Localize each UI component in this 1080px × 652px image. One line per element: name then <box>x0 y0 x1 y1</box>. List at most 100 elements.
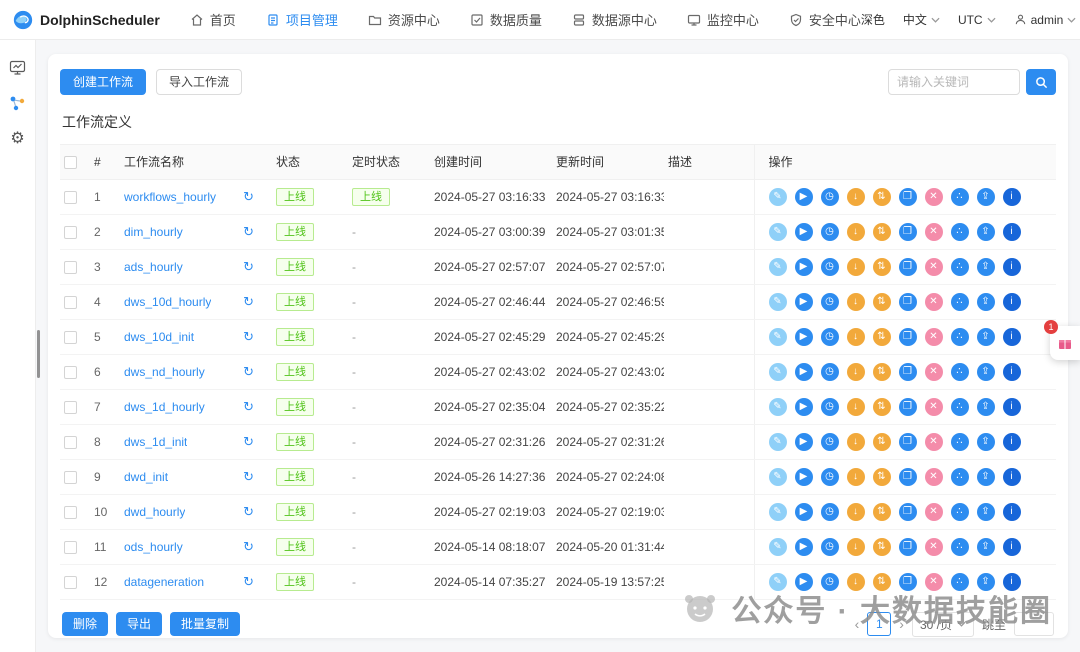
timing-button[interactable]: ◷ <box>820 292 839 311</box>
prev-page-button[interactable]: ‹ <box>855 616 860 632</box>
timing-manage-button[interactable]: ⇅ <box>872 187 891 206</box>
offline-button[interactable]: ↓ <box>846 362 865 381</box>
row-checkbox[interactable] <box>64 435 77 449</box>
workflow-name-link[interactable]: dwd_hourly <box>124 505 185 519</box>
version-info-button[interactable]: i <box>1002 362 1021 381</box>
search-input[interactable] <box>888 69 1020 95</box>
run-button[interactable]: ▶ <box>794 327 813 346</box>
offline-button[interactable]: ↓ <box>846 327 865 346</box>
batch-copy-button[interactable]: 批量复制 <box>170 612 241 636</box>
tree-view-button[interactable]: ∴ <box>950 222 969 241</box>
edit-button[interactable]: ✎ <box>768 432 787 451</box>
delete-button[interactable]: ✕ <box>924 187 943 206</box>
export-button[interactable]: ⇪ <box>976 397 995 416</box>
select-all-checkbox[interactable] <box>64 155 77 169</box>
offline-button[interactable]: ↓ <box>846 187 865 206</box>
timing-manage-button[interactable]: ⇅ <box>872 327 891 346</box>
timing-button[interactable]: ◷ <box>820 432 839 451</box>
copy-workflow-button[interactable]: ❐ <box>898 467 917 486</box>
workflow-name-link[interactable]: dwd_init <box>124 470 168 484</box>
timing-button[interactable]: ◷ <box>820 222 839 241</box>
scrollbar-thumb[interactable] <box>37 330 40 378</box>
batch-delete-button[interactable]: 删除 <box>62 612 109 636</box>
timing-manage-button[interactable]: ⇅ <box>872 292 891 311</box>
export-button[interactable]: ⇪ <box>976 222 995 241</box>
refresh-icon[interactable]: ↻ <box>243 435 254 448</box>
timing-button[interactable]: ◷ <box>820 572 839 591</box>
edit-button[interactable]: ✎ <box>768 572 787 591</box>
delete-button[interactable]: ✕ <box>924 257 943 276</box>
run-button[interactable]: ▶ <box>794 397 813 416</box>
refresh-icon[interactable]: ↻ <box>243 505 254 518</box>
tree-view-button[interactable]: ∴ <box>950 537 969 556</box>
export-button[interactable]: ⇪ <box>976 572 995 591</box>
timing-button[interactable]: ◷ <box>820 257 839 276</box>
tree-view-button[interactable]: ∴ <box>950 362 969 381</box>
refresh-icon[interactable]: ↻ <box>243 365 254 378</box>
timing-button[interactable]: ◷ <box>820 502 839 521</box>
row-checkbox[interactable] <box>64 330 77 344</box>
edit-button[interactable]: ✎ <box>768 222 787 241</box>
version-info-button[interactable]: i <box>1002 432 1021 451</box>
edit-button[interactable]: ✎ <box>768 467 787 486</box>
version-info-button[interactable]: i <box>1002 187 1021 206</box>
jump-page-input[interactable] <box>1014 612 1054 636</box>
copy-workflow-button[interactable]: ❐ <box>898 187 917 206</box>
run-button[interactable]: ▶ <box>794 222 813 241</box>
copy-workflow-button[interactable]: ❐ <box>898 362 917 381</box>
edit-button[interactable]: ✎ <box>768 362 787 381</box>
refresh-icon[interactable]: ↻ <box>243 295 254 308</box>
row-checkbox[interactable] <box>64 540 77 554</box>
workflow-name-link[interactable]: dim_hourly <box>124 225 183 239</box>
timing-manage-button[interactable]: ⇅ <box>872 362 891 381</box>
sidebar-item-project-overview[interactable] <box>9 58 27 76</box>
timing-button[interactable]: ◷ <box>820 467 839 486</box>
row-checkbox[interactable] <box>64 400 77 414</box>
timing-manage-button[interactable]: ⇅ <box>872 397 891 416</box>
nav-monitor-center[interactable]: 监控中心 <box>687 10 759 29</box>
delete-button[interactable]: ✕ <box>924 292 943 311</box>
version-info-button[interactable]: i <box>1002 572 1021 591</box>
search-button[interactable] <box>1026 69 1056 95</box>
edit-button[interactable]: ✎ <box>768 397 787 416</box>
version-info-button[interactable]: i <box>1002 327 1021 346</box>
version-info-button[interactable]: i <box>1002 222 1021 241</box>
offline-button[interactable]: ↓ <box>846 502 865 521</box>
delete-button[interactable]: ✕ <box>924 502 943 521</box>
delete-button[interactable]: ✕ <box>924 327 943 346</box>
edit-button[interactable]: ✎ <box>768 292 787 311</box>
edit-button[interactable]: ✎ <box>768 327 787 346</box>
copy-workflow-button[interactable]: ❐ <box>898 292 917 311</box>
row-checkbox[interactable] <box>64 505 77 519</box>
offline-button[interactable]: ↓ <box>846 432 865 451</box>
workflow-name-link[interactable]: dws_1d_hourly <box>124 400 205 414</box>
copy-workflow-button[interactable]: ❐ <box>898 502 917 521</box>
workflow-name-link[interactable]: dws_1d_init <box>124 435 187 449</box>
nav-data-quality[interactable]: 数据质量 <box>470 10 542 29</box>
delete-button[interactable]: ✕ <box>924 572 943 591</box>
row-checkbox[interactable] <box>64 260 77 274</box>
row-checkbox[interactable] <box>64 190 77 204</box>
export-button[interactable]: ⇪ <box>976 502 995 521</box>
import-workflow-button[interactable]: 导入工作流 <box>156 69 243 95</box>
copy-workflow-button[interactable]: ❐ <box>898 257 917 276</box>
tree-view-button[interactable]: ∴ <box>950 397 969 416</box>
tree-view-button[interactable]: ∴ <box>950 187 969 206</box>
row-checkbox[interactable] <box>64 295 77 309</box>
theme-toggle[interactable]: 深色 <box>861 11 885 28</box>
tree-view-button[interactable]: ∴ <box>950 467 969 486</box>
workflow-name-link[interactable]: dws_10d_init <box>124 330 194 344</box>
timing-button[interactable]: ◷ <box>820 327 839 346</box>
run-button[interactable]: ▶ <box>794 502 813 521</box>
timing-button[interactable]: ◷ <box>820 187 839 206</box>
promo-float-button[interactable]: 1 <box>1044 320 1080 360</box>
copy-workflow-button[interactable]: ❐ <box>898 397 917 416</box>
export-button[interactable]: ⇪ <box>976 257 995 276</box>
copy-workflow-button[interactable]: ❐ <box>898 327 917 346</box>
row-checkbox[interactable] <box>64 470 77 484</box>
row-checkbox[interactable] <box>64 365 77 379</box>
delete-button[interactable]: ✕ <box>924 467 943 486</box>
timezone-select[interactable]: UTC <box>958 13 996 27</box>
page-size-select[interactable]: 30 /页 <box>911 611 974 637</box>
workflow-name-link[interactable]: ads_hourly <box>124 260 183 274</box>
